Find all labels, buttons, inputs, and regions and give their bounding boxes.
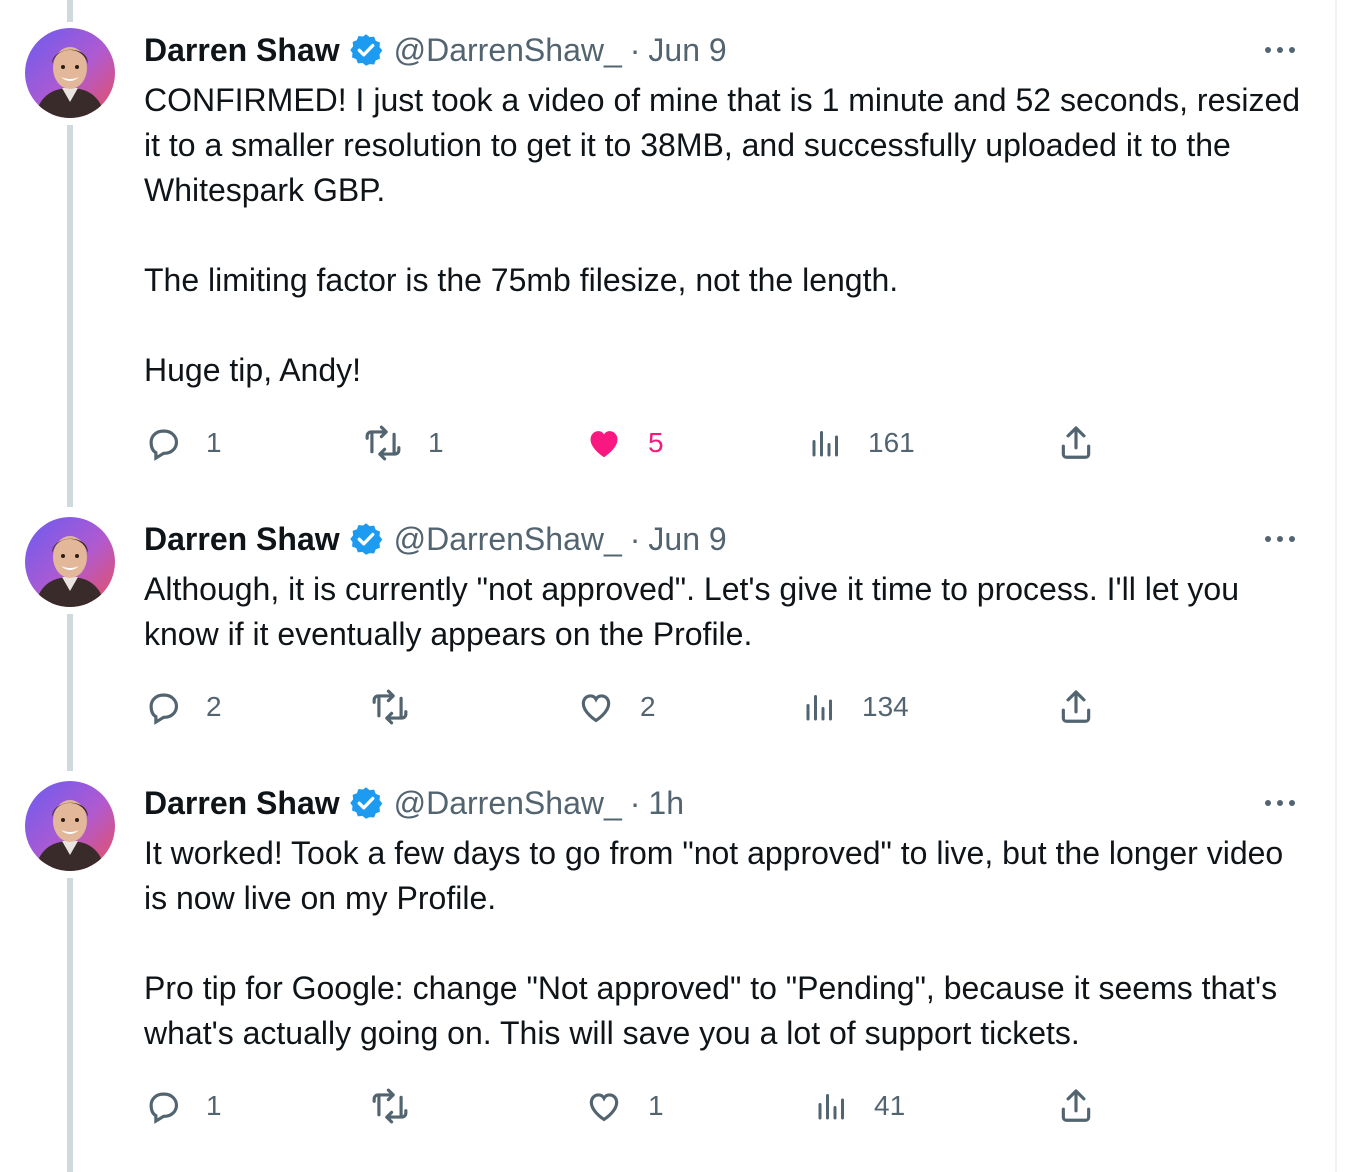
repost-button[interactable] — [369, 687, 435, 727]
reply-icon — [144, 1087, 182, 1125]
separator-dot: · — [629, 520, 641, 557]
author-name[interactable]: Darren Shaw — [144, 32, 340, 69]
view-count: 134 — [862, 691, 909, 722]
tweet-actions: 2 2 134 — [144, 687, 1104, 727]
reply-count: 2 — [206, 691, 222, 722]
avatar[interactable] — [25, 781, 115, 871]
author-name[interactable]: Darren Shaw — [144, 521, 340, 558]
view-count: 41 — [874, 1090, 906, 1121]
thread-line — [67, 614, 73, 771]
author-handle[interactable]: @DarrenShaw_ — [394, 785, 622, 822]
share-icon — [1057, 424, 1095, 462]
reply-count: 1 — [206, 427, 222, 458]
like-count: 5 — [648, 427, 664, 458]
verified-badge-icon — [348, 32, 384, 68]
like-button[interactable]: 2 — [576, 687, 656, 727]
tweet-actions: 1 1 41 — [144, 1086, 1104, 1126]
reply-icon — [144, 424, 182, 462]
tweet-paragraph: CONFIRMED! I just took a video of mine t… — [144, 82, 1301, 208]
like-button[interactable]: 5 — [584, 423, 664, 463]
share-button[interactable] — [1057, 423, 1095, 463]
tweet-actions: 1 1 5 161 — [144, 423, 1104, 463]
separator-dot: · — [629, 31, 641, 68]
separator-dot: · — [629, 784, 641, 821]
tweet-header: Darren Shaw @DarrenShaw_ · 1h — [144, 783, 684, 823]
more-options-icon[interactable] — [1265, 519, 1295, 559]
thread-line — [67, 0, 73, 22]
tweet-header: Darren Shaw @DarrenShaw_ · Jun 9 — [144, 519, 727, 559]
timeline-border — [1335, 0, 1337, 1172]
more-options-icon[interactable] — [1265, 30, 1295, 70]
like-count: 2 — [640, 691, 656, 722]
heart-icon — [576, 688, 616, 726]
tweet-paragraph: Pro tip for Google: change "Not approved… — [144, 970, 1278, 1051]
views-icon — [814, 1087, 850, 1125]
share-button[interactable] — [1057, 687, 1095, 727]
author-handle[interactable]: @DarrenShaw_ — [394, 32, 622, 69]
tweet-paragraph: The limiting factor is the 75mb filesize… — [144, 262, 899, 298]
like-count: 1 — [648, 1090, 664, 1121]
tweet-timestamp[interactable]: Jun 9 — [648, 32, 726, 69]
repost-icon — [362, 424, 404, 462]
views-button[interactable]: 41 — [814, 1086, 905, 1126]
share-icon — [1057, 1087, 1095, 1125]
reply-button[interactable]: 1 — [144, 423, 222, 463]
tweet-timestamp[interactable]: Jun 9 — [648, 521, 726, 558]
repost-icon — [369, 1087, 411, 1125]
tweet-text: It worked! Took a few days to go from "n… — [144, 831, 1314, 1056]
like-button[interactable]: 1 — [584, 1086, 664, 1126]
tweet-paragraph: Although, it is currently "not approved"… — [144, 571, 1240, 652]
author-name[interactable]: Darren Shaw — [144, 785, 340, 822]
view-count: 161 — [868, 427, 915, 458]
tweet-timestamp[interactable]: 1h — [648, 785, 684, 822]
views-icon — [808, 424, 844, 462]
repost-icon — [369, 688, 411, 726]
tweet-paragraph: Huge tip, Andy! — [144, 352, 362, 388]
share-icon — [1057, 688, 1095, 726]
verified-badge-icon — [348, 521, 384, 557]
tweet-text: CONFIRMED! I just took a video of mine t… — [144, 78, 1314, 393]
heart-icon — [584, 1087, 624, 1125]
repost-count: 1 — [428, 427, 444, 458]
avatar[interactable] — [25, 517, 115, 607]
repost-button[interactable]: 1 — [362, 423, 444, 463]
reply-button[interactable]: 1 — [144, 1086, 222, 1126]
views-button[interactable]: 161 — [808, 423, 915, 463]
author-handle[interactable]: @DarrenShaw_ — [394, 521, 622, 558]
views-button[interactable]: 134 — [802, 687, 909, 727]
more-options-icon[interactable] — [1265, 783, 1295, 823]
verified-badge-icon — [348, 785, 384, 821]
reply-icon — [144, 688, 182, 726]
reply-count: 1 — [206, 1090, 222, 1121]
avatar[interactable] — [25, 28, 115, 118]
heart-filled-icon — [584, 424, 624, 462]
share-button[interactable] — [1057, 1086, 1095, 1126]
views-icon — [802, 688, 838, 726]
thread-line — [67, 878, 73, 1172]
thread-line — [67, 125, 73, 507]
tweet-text: Although, it is currently "not approved"… — [144, 567, 1314, 657]
tweet-header: Darren Shaw @DarrenShaw_ · Jun 9 — [144, 30, 727, 70]
tweet-paragraph: It worked! Took a few days to go from "n… — [144, 835, 1284, 916]
repost-button[interactable] — [369, 1086, 435, 1126]
reply-button[interactable]: 2 — [144, 687, 222, 727]
